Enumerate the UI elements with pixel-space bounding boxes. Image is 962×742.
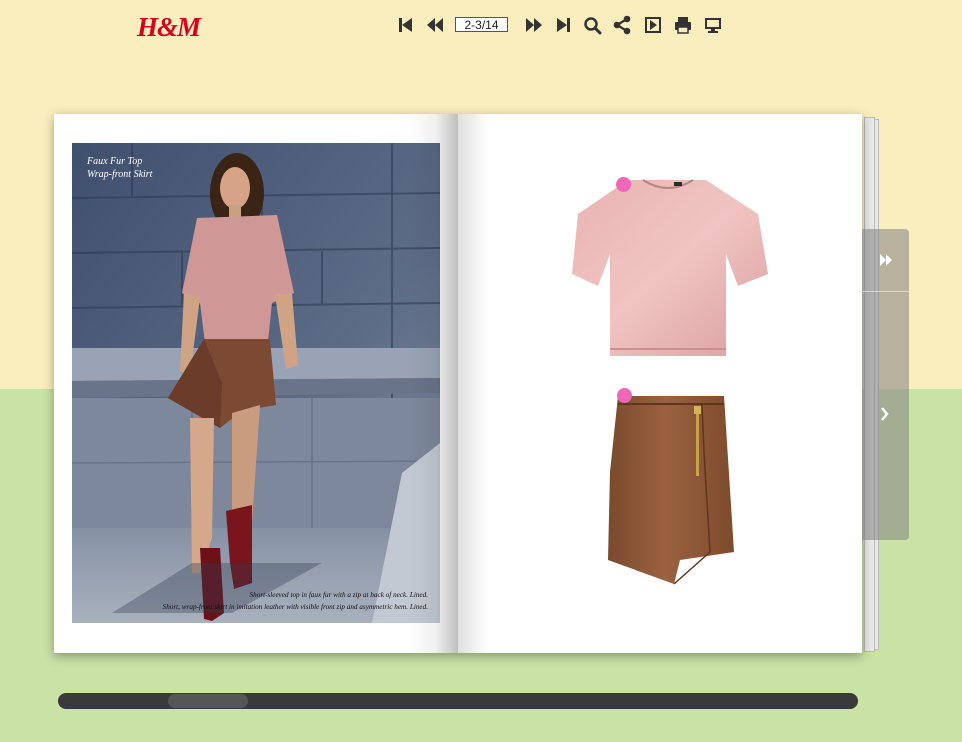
title-line: Faux Fur Top xyxy=(87,156,143,167)
title-line: Wrap-front Skirt xyxy=(87,169,153,180)
scrollbar-thumb[interactable] xyxy=(168,694,248,708)
last-page-icon[interactable] xyxy=(553,14,573,36)
product-top-image[interactable] xyxy=(568,174,768,364)
next-arrow-icon xyxy=(881,407,889,421)
flipbook[interactable]: Faux Fur Top Wrap-front Skirt Short-slee… xyxy=(54,114,862,653)
right-page[interactable] xyxy=(458,114,862,653)
first-page-icon[interactable] xyxy=(396,14,416,36)
caption-line: Short, wrap-front skirt in imitation lea… xyxy=(162,603,428,611)
spine-shadow-right xyxy=(458,114,488,653)
page-number-input[interactable] xyxy=(455,17,508,32)
left-page[interactable]: Faux Fur Top Wrap-front Skirt Short-slee… xyxy=(54,114,458,653)
fast-forward-icon xyxy=(880,254,892,266)
page-scrollbar[interactable] xyxy=(58,693,858,709)
brand-logo[interactable]: H&M xyxy=(137,12,201,43)
share-icon[interactable] xyxy=(612,14,632,36)
side-navigation-panel xyxy=(862,229,909,540)
caption-line: Short-sleeved top in faux fur with a zip… xyxy=(249,591,428,599)
print-icon[interactable] xyxy=(673,14,693,36)
model-photo: Faux Fur Top Wrap-front Skirt Short-slee… xyxy=(72,143,440,623)
product-hotspot-top[interactable] xyxy=(616,177,631,192)
fullscreen-icon[interactable] xyxy=(703,14,723,36)
autoplay-icon[interactable] xyxy=(643,14,663,36)
product-hotspot-skirt[interactable] xyxy=(617,388,632,403)
product-skirt-image[interactable] xyxy=(600,392,740,590)
photo-title: Faux Fur Top Wrap-front Skirt xyxy=(87,155,152,181)
next-page-button[interactable] xyxy=(862,292,909,540)
previous-page-icon[interactable] xyxy=(425,14,445,36)
next-page-icon[interactable] xyxy=(524,14,544,36)
photo-caption: Short-sleeved top in faux fur with a zip… xyxy=(163,589,428,613)
spine-shadow-left xyxy=(408,114,458,653)
search-icon[interactable] xyxy=(582,14,602,36)
fast-forward-button[interactable] xyxy=(862,229,909,291)
